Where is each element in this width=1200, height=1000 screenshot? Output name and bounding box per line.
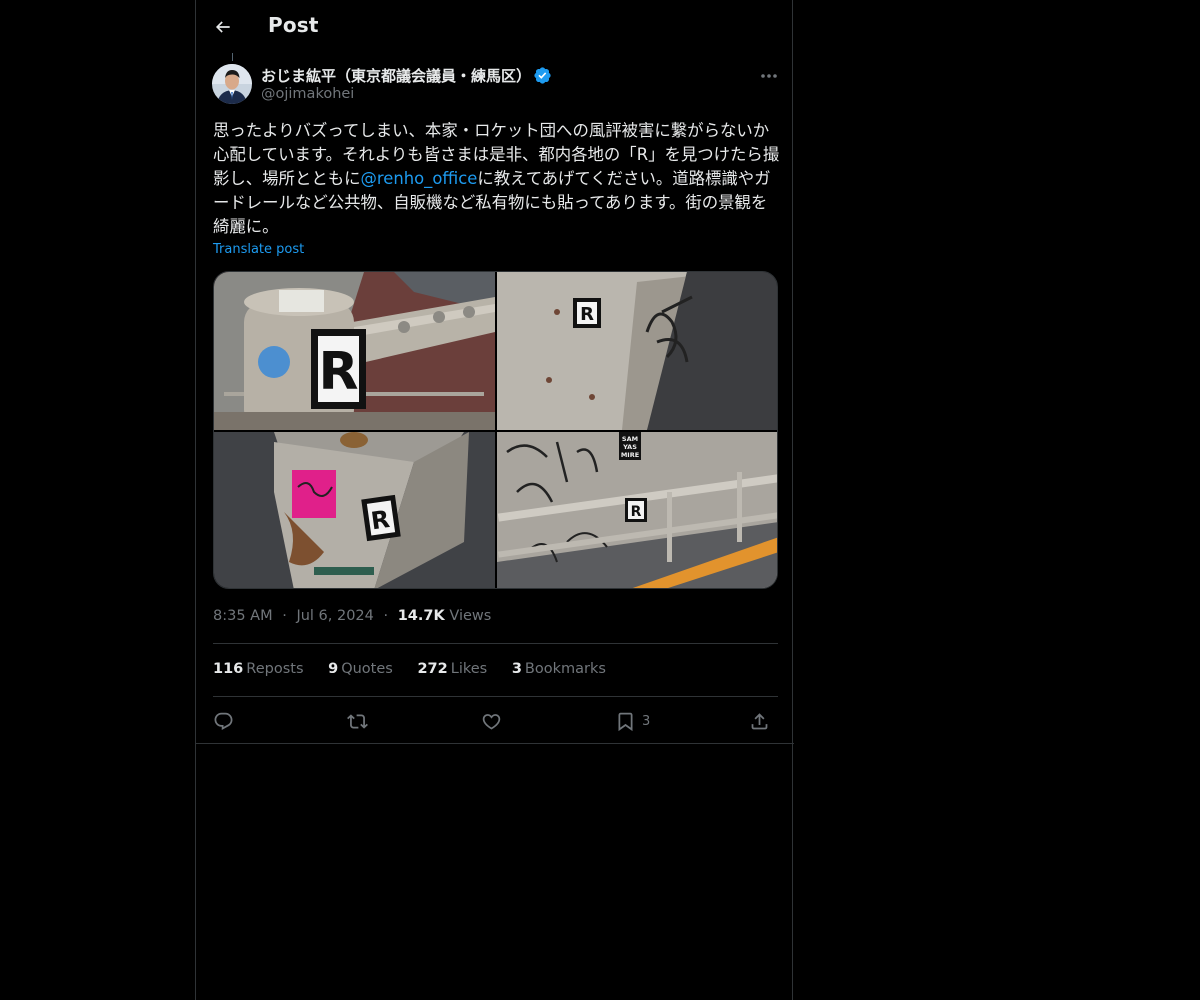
post-text: 思ったよりバズってしまい、本家・ロケット団への風評被害に繋がらないか心配していま… [213,119,783,239]
photo-2[interactable]: R [497,272,777,430]
quotes-label: Quotes [341,661,393,677]
like-button[interactable] [481,708,502,734]
post-meta: 8:35 AM · Jul 6, 2024 · 14.7K Views [213,608,491,624]
top-bar: Post [196,0,794,53]
more-options-button[interactable] [756,66,782,86]
more-dots-icon [761,74,777,78]
back-button[interactable] [208,12,238,42]
views-label: Views [449,608,492,624]
arrow-left-icon [215,21,230,33]
mention-link[interactable]: @renho_office [361,169,478,188]
avatar[interactable] [212,64,252,104]
divider [213,643,778,644]
reposts-stat[interactable]: 116 Reposts [213,661,304,677]
post-time[interactable]: 8:35 AM [213,608,273,624]
meta-separator: · [282,608,287,624]
main-column: Post おじま紘平（東京都議会議員・練馬区） @ojimakohei 思ったよ… [195,0,794,1000]
reposts-label: Reposts [246,661,304,677]
sticker-text: YAS [622,443,637,451]
quotes-stat[interactable]: 9 Quotes [328,661,393,677]
r-sticker-label: R [369,505,391,535]
photo-1[interactable]: R [214,272,495,430]
reply-button[interactable] [213,708,234,734]
likes-count: 272 [417,661,448,677]
repost-icon [347,713,368,729]
bookmarks-count: 3 [511,661,522,677]
repost-button[interactable] [347,708,368,734]
divider [213,696,778,697]
photo-4[interactable]: SAM YAS MIRE R [497,432,777,588]
divider [196,743,794,744]
photo-3[interactable]: R [214,432,495,588]
share-icon [751,712,768,729]
bookmarks-stat[interactable]: 3 Bookmarks [512,661,606,677]
author-handle[interactable]: @ojimakohei [261,86,354,102]
reply-icon [214,712,233,730]
quotes-count: 9 [328,661,339,677]
thread-line [232,53,233,61]
post-stats: 116 Reposts 9 Quotes 272 Likes 3 Bookmarks [213,661,626,677]
media-grid: R R R SAM YAS MIRE R [213,271,778,589]
bookmark-button[interactable]: 3 [615,708,650,734]
likes-stat[interactable]: 272 Likes [417,661,487,677]
sticker-text: MIRE [621,451,639,459]
post-date[interactable]: Jul 6, 2024 [296,608,373,624]
heart-icon [482,713,501,730]
views-count: 14.7K [397,608,445,624]
bookmark-icon [618,712,633,731]
r-sticker-label: R [318,342,358,402]
r-sticker-label: R [580,304,594,325]
translate-post-link[interactable]: Translate post [213,242,304,257]
action-bar: 3 [213,708,778,734]
page-title: Post [268,13,319,37]
r-sticker-label: R [631,504,642,520]
verified-badge-icon [533,66,552,85]
bookmark-count: 3 [642,713,651,729]
bookmarks-label: Bookmarks [524,661,606,677]
author-display-name[interactable]: おじま紘平（東京都議会議員・練馬区） [261,65,531,86]
sticker-text: SAM [622,435,638,443]
share-button[interactable] [749,708,770,734]
reposts-count: 116 [213,661,244,677]
likes-label: Likes [450,661,488,677]
meta-separator: · [383,608,389,624]
